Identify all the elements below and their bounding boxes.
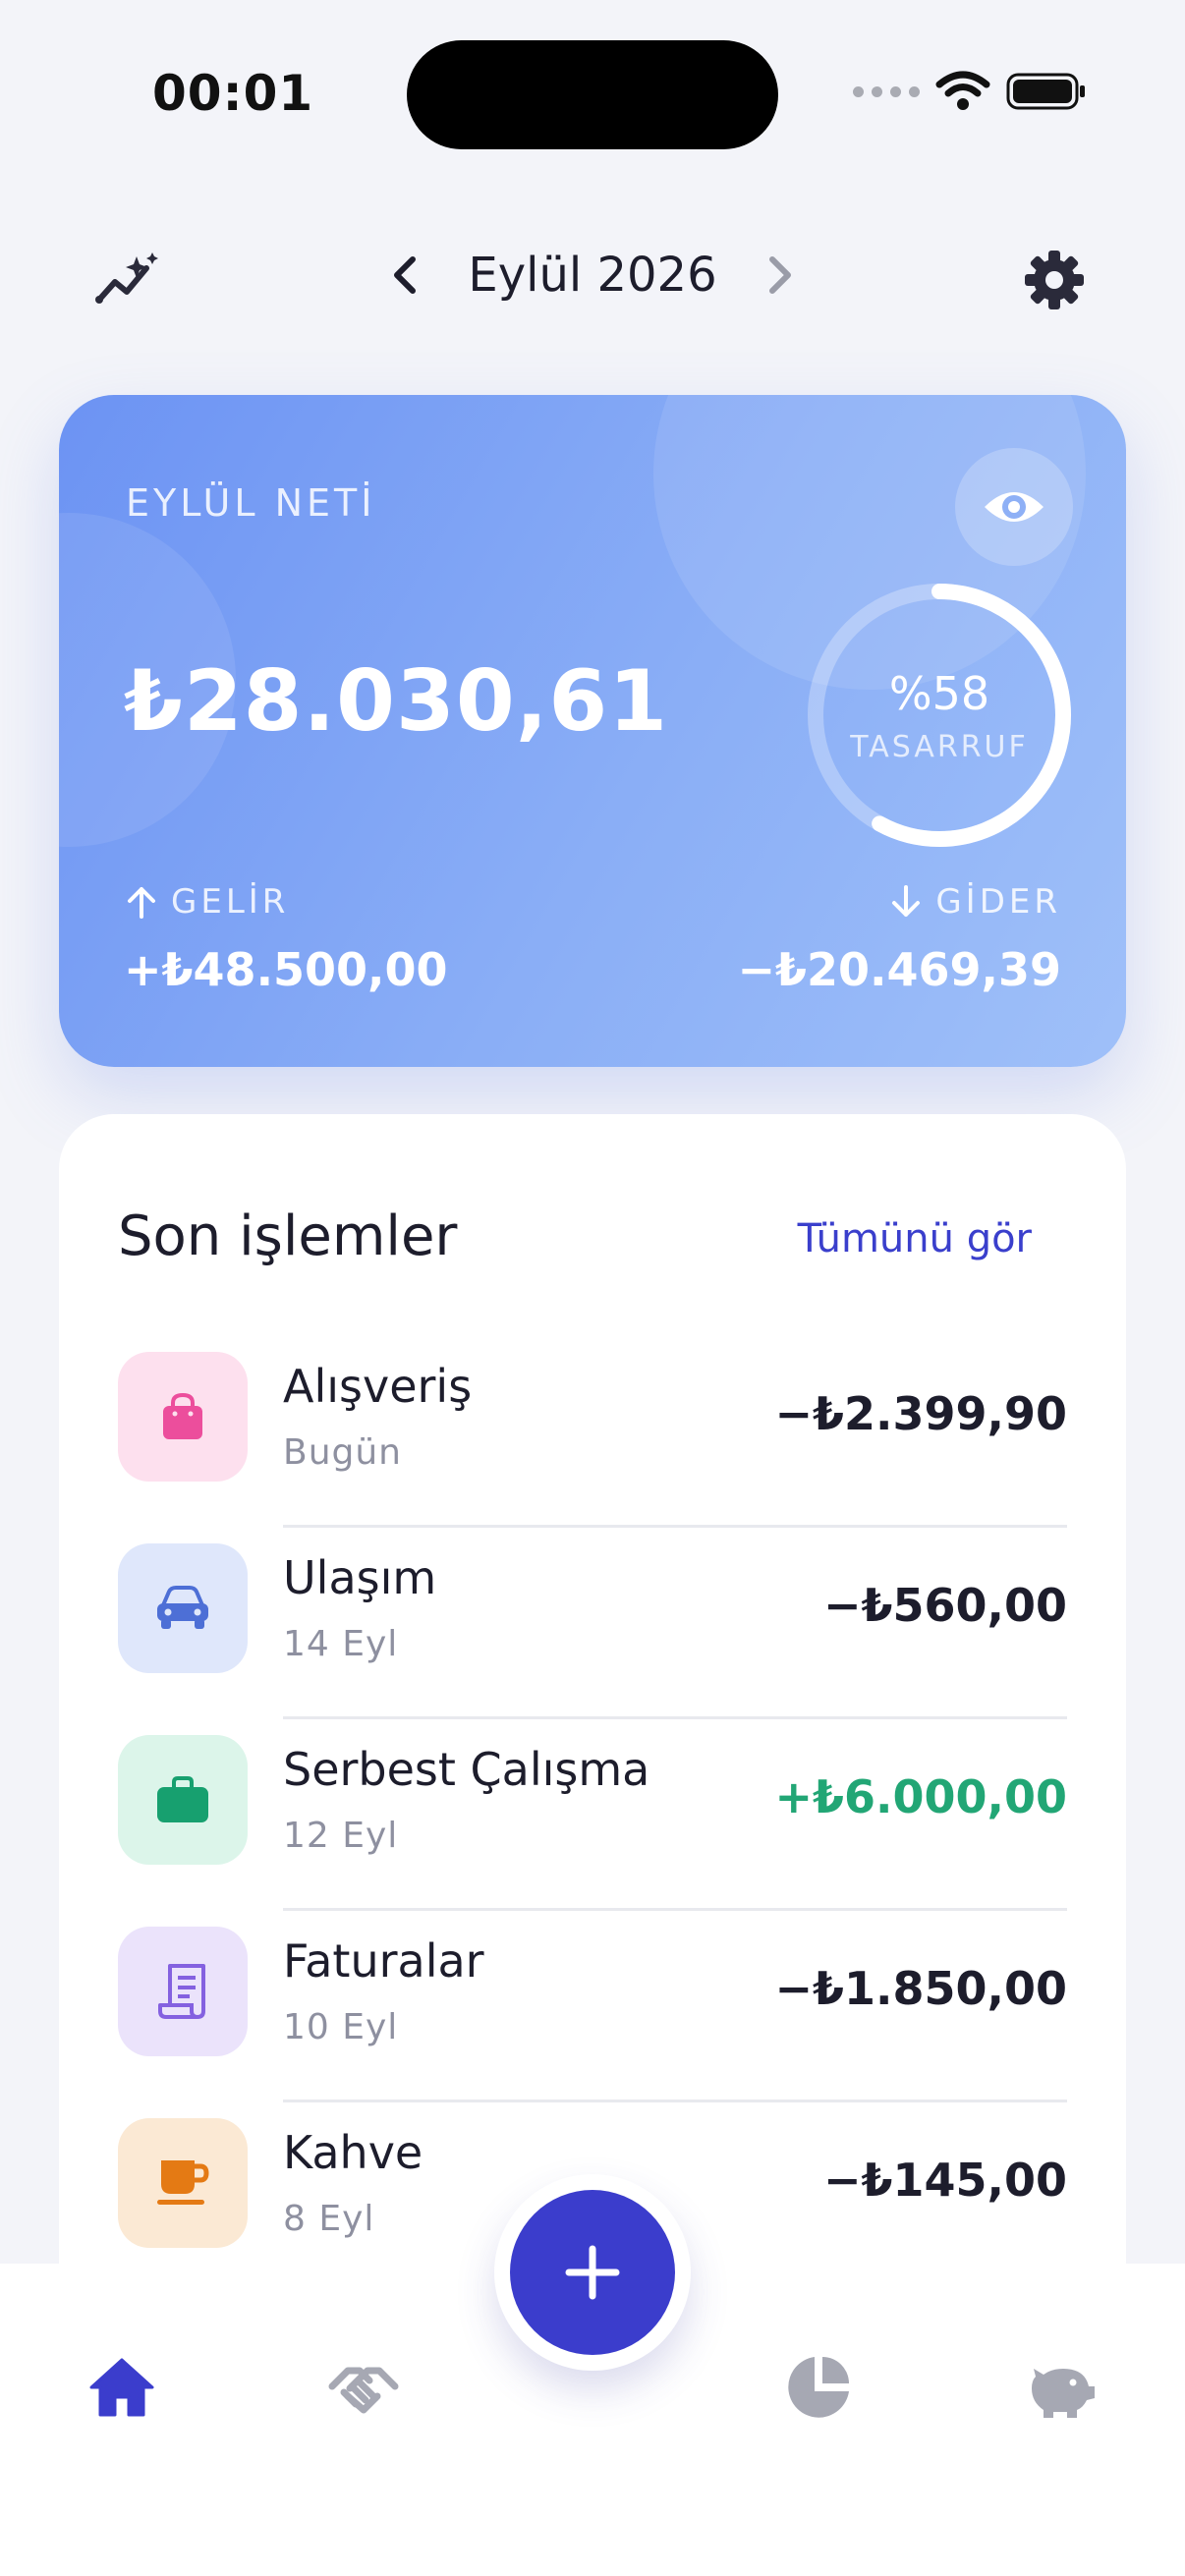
category-icon-tile xyxy=(118,1543,248,1673)
toggle-visibility-button[interactable] xyxy=(955,448,1073,566)
transaction-name: Kahve xyxy=(283,2126,423,2179)
nav-deals[interactable] xyxy=(314,2338,413,2436)
next-month-button[interactable] xyxy=(757,246,804,305)
summary-label: EYLÜL NETİ xyxy=(126,481,376,525)
transaction-row[interactable]: Ulaşım 14 Eyl −₺560,00 xyxy=(118,1543,1067,1735)
transaction-row[interactable]: Faturalar 10 Eyl −₺1.850,00 xyxy=(118,1927,1067,2118)
car-icon xyxy=(157,1586,208,1629)
transaction-amount: −₺560,00 xyxy=(822,1579,1067,1632)
wifi-icon xyxy=(935,71,990,110)
transaction-amount: −₺1.850,00 xyxy=(774,1962,1067,2015)
plus-icon xyxy=(565,2245,620,2300)
receipt-icon xyxy=(158,1964,205,2019)
cellular-signal-icon xyxy=(853,85,920,97)
transaction-name: Faturalar xyxy=(283,1934,484,1988)
month-navigator: Eylül 2026 xyxy=(0,246,1185,305)
category-icon-tile xyxy=(118,1927,248,2056)
section-title: Son işlemler xyxy=(118,1204,458,1268)
transaction-name: Alışveriş xyxy=(283,1360,473,1413)
transaction-date: 14 Eyl xyxy=(283,1624,399,1664)
status-icons xyxy=(853,71,1087,112)
chevron-left-icon xyxy=(394,256,417,294)
savings-label: TASARRUF xyxy=(850,729,1029,764)
row-divider xyxy=(283,1716,1067,1719)
transaction-amount: −₺2.399,90 xyxy=(774,1387,1067,1440)
handshake-icon xyxy=(328,2367,399,2414)
gear-icon xyxy=(1025,251,1084,309)
net-amount: ₺28.030,61 xyxy=(124,652,669,751)
status-bar: 00:01 xyxy=(0,0,1185,187)
transaction-date: Bugün xyxy=(283,1432,402,1473)
nav-home[interactable] xyxy=(73,2338,171,2436)
nav-savings[interactable] xyxy=(1012,2338,1110,2436)
eye-icon xyxy=(985,492,1044,522)
row-divider xyxy=(283,1525,1067,1528)
pie-chart-icon xyxy=(788,2357,849,2418)
dynamic-island xyxy=(407,40,778,149)
expense-label-text: GİDER xyxy=(935,882,1061,922)
expense-label: GİDER xyxy=(890,882,1061,922)
chevron-right-icon xyxy=(768,256,791,294)
piggy-bank-icon xyxy=(1032,2369,1095,2418)
coffee-cup-icon xyxy=(157,2160,209,2205)
transaction-name: Ulaşım xyxy=(283,1551,437,1604)
home-icon xyxy=(89,2358,154,2417)
income-label: GELİR xyxy=(126,882,289,922)
transaction-date: 10 Eyl xyxy=(283,2007,399,2047)
transaction-list: Alışveriş Bugün −₺2.399,90 Ulaşım 14 Eyl… xyxy=(118,1352,1067,2310)
savings-percent: %58 xyxy=(888,666,990,720)
battery-icon xyxy=(1006,73,1085,110)
transaction-row[interactable]: Serbest Çalışma 12 Eyl +₺6.000,00 xyxy=(118,1735,1067,1927)
previous-month-button[interactable] xyxy=(381,246,428,305)
category-icon-tile xyxy=(118,1735,248,1865)
settings-button[interactable] xyxy=(1020,246,1089,314)
income-label-text: GELİR xyxy=(171,882,290,922)
income-amount: +₺48.500,00 xyxy=(124,943,448,996)
nav-reports[interactable] xyxy=(769,2338,868,2436)
expense-amount: −₺20.469,39 xyxy=(737,943,1061,996)
category-icon-tile xyxy=(118,2118,248,2248)
month-title: Eylül 2026 xyxy=(468,248,717,303)
transaction-name: Serbest Çalışma xyxy=(283,1743,650,1796)
arrow-down-icon xyxy=(892,885,921,917)
row-divider xyxy=(283,2100,1067,2102)
transaction-date: 8 Eyl xyxy=(283,2199,375,2239)
add-transaction-button[interactable] xyxy=(510,2190,675,2355)
transaction-row[interactable]: Alışveriş Bugün −₺2.399,90 xyxy=(118,1352,1067,1543)
briefcase-icon xyxy=(157,1776,208,1822)
transaction-date: 12 Eyl xyxy=(283,1816,399,1856)
transaction-amount: +₺6.000,00 xyxy=(774,1770,1067,1823)
category-icon-tile xyxy=(118,1352,248,1482)
monthly-summary-card: EYLÜL NETİ ₺28.030,61 %58 TASARRUF GELİR… xyxy=(59,395,1126,1067)
status-time: 00:01 xyxy=(152,65,314,122)
header: Eylül 2026 xyxy=(0,226,1185,324)
transaction-amount: −₺145,00 xyxy=(822,2154,1067,2207)
row-divider xyxy=(283,1908,1067,1911)
see-all-link[interactable]: Tümünü gör xyxy=(798,1216,1032,1261)
shopping-bag-icon xyxy=(163,1392,202,1439)
arrow-up-icon xyxy=(128,887,155,919)
savings-ring-text: %58 TASARRUF xyxy=(802,578,1077,853)
